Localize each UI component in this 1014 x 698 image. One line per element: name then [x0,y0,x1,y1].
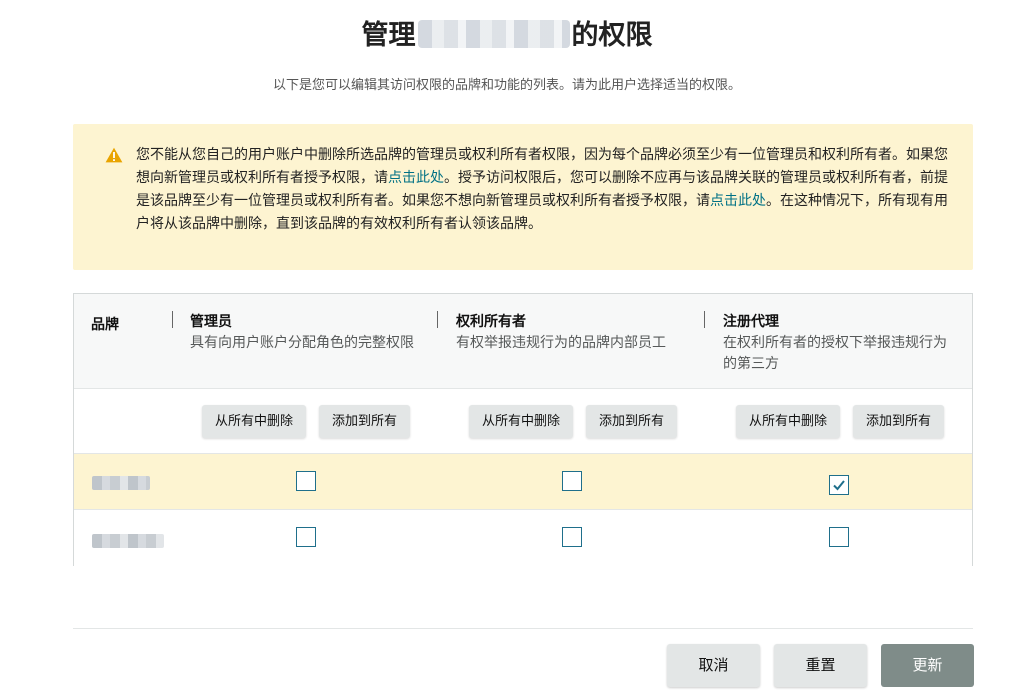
column-rights-owner: 权利所有者 有权举报违规行为的品牌内部员工 [456,313,696,354]
rights-owner-checkbox[interactable] [562,471,582,491]
warning-alert: 您不能从您自己的用户账户中删除所选品牌的管理员或权利所有者权限，因为每个品牌必须… [73,124,973,270]
page-title: 管理 的权限 [0,16,1014,56]
table-header: 品牌 管理员 具有向用户账户分配角色的完整权限 权利所有者 有权举报违规行为的品… [74,294,972,389]
cancel-button[interactable]: 取消 [667,644,760,687]
column-title: 注册代理 [723,314,779,330]
permissions-table: 品牌 管理员 具有向用户账户分配角色的完整权限 权利所有者 有权举报违规行为的品… [73,293,973,566]
administrator-checkbox[interactable] [296,471,316,491]
table-row [74,510,972,566]
brand-column-header: 品牌 [91,317,119,333]
agent-remove-all-button[interactable]: 从所有中删除 [736,405,840,438]
checkmark-icon [833,480,845,491]
warning-message: 您不能从您自己的用户账户中删除所选品牌的管理员或权利所有者权限，因为每个品牌必须… [136,144,956,236]
rights-owner-remove-all-button[interactable]: 从所有中删除 [469,405,573,438]
warning-icon [105,147,123,163]
reset-button[interactable]: 重置 [774,644,867,687]
registered-agent-checkbox[interactable] [829,475,849,495]
update-button[interactable]: 更新 [881,644,974,687]
redacted-brand-name [92,534,164,548]
page-title-prefix: 管理 [361,20,416,51]
column-divider [437,311,438,328]
column-description: 有权举报违规行为的品牌内部员工 [456,335,666,351]
column-description: 具有向用户账户分配角色的完整权限 [190,335,414,351]
redacted-brand-name [92,476,150,490]
registered-agent-checkbox[interactable] [829,527,849,547]
column-description: 在权利所有者的授权下举报违规行为的第三方 [723,335,947,372]
page-title-suffix: 的权限 [571,20,653,51]
column-divider [704,311,705,328]
column-registered-agent: 注册代理 在权利所有者的授权下举报违规行为的第三方 [723,313,963,375]
administrator-checkbox[interactable] [296,527,316,547]
redacted-user-name [417,20,570,48]
click-here-link-2[interactable]: 点击此处 [710,193,766,209]
admin-add-all-button[interactable]: 添加到所有 [319,405,410,438]
click-here-link-1[interactable]: 点击此处 [388,170,444,186]
bulk-actions-row: 从所有中删除 添加到所有 从所有中删除 添加到所有 从所有中删除 添加到所有 [74,389,972,454]
rights-owner-add-all-button[interactable]: 添加到所有 [586,405,677,438]
footer-divider [73,628,973,629]
page-subtitle: 以下是您可以编辑其访问权限的品牌和功能的列表。请为此用户选择适当的权限。 [272,78,741,93]
rights-owner-checkbox[interactable] [562,527,582,547]
column-title: 权利所有者 [456,314,526,330]
column-administrator: 管理员 具有向用户账户分配角色的完整权限 [190,313,430,354]
agent-add-all-button[interactable]: 添加到所有 [853,405,944,438]
column-divider [172,311,173,328]
admin-remove-all-button[interactable]: 从所有中删除 [202,405,306,438]
column-title: 管理员 [190,314,232,330]
table-row [74,454,972,510]
